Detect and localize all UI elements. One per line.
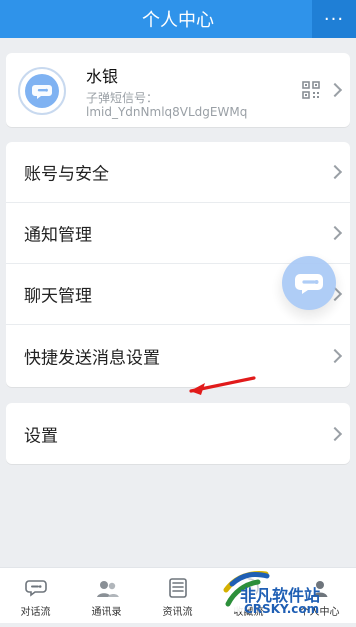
menu-item-account-security[interactable]: 账号与安全 bbox=[6, 142, 350, 203]
settings-card: 设置 bbox=[6, 403, 350, 464]
qr-code-icon[interactable] bbox=[302, 81, 320, 99]
tab-personal-center[interactable]: 个人中心 bbox=[284, 568, 355, 624]
person-icon bbox=[307, 575, 333, 601]
profile-name: 水银 bbox=[86, 67, 119, 86]
chevron-right-icon bbox=[327, 225, 343, 241]
tab-favorites-stream[interactable]: 收藏流 bbox=[213, 568, 284, 624]
top-bar: 个人中心 ··· bbox=[0, 0, 356, 38]
news-icon bbox=[165, 575, 191, 601]
chevron-right-icon bbox=[327, 426, 343, 441]
menu-item-label: 聊天管理 bbox=[24, 286, 92, 307]
tab-label: 资讯流 bbox=[162, 606, 193, 618]
chat-bubble-icon bbox=[295, 274, 323, 294]
avatar[interactable] bbox=[18, 67, 66, 115]
floating-chat-button[interactable] bbox=[282, 256, 336, 310]
menu-item-label: 设置 bbox=[24, 426, 58, 446]
chevron-right-icon bbox=[327, 82, 343, 98]
menu-item-label: 账号与安全 bbox=[24, 164, 109, 185]
menu-item-notification-management[interactable]: 通知管理 bbox=[6, 203, 350, 264]
chat-bubble-icon bbox=[23, 575, 49, 601]
chat-bubble-icon-svg bbox=[32, 85, 52, 99]
bookmark-icon bbox=[236, 575, 262, 601]
tab-label: 收藏流 bbox=[233, 606, 264, 618]
tab-news-stream[interactable]: 资讯流 bbox=[142, 568, 213, 624]
tab-contacts[interactable]: 通讯录 bbox=[71, 568, 142, 624]
tab-label: 个人中心 bbox=[299, 606, 340, 618]
chevron-right-icon bbox=[327, 348, 343, 363]
more-icon: ··· bbox=[323, 8, 345, 30]
more-button[interactable]: ··· bbox=[312, 0, 356, 38]
tab-label: 通讯录 bbox=[91, 606, 122, 618]
profile-card[interactable]: 水银 子弹短信号： lmid_YdnNmlq8VLdgEWMq bbox=[6, 53, 350, 127]
chat-bubble-icon bbox=[25, 74, 59, 108]
red-arrow-annotation bbox=[189, 376, 256, 395]
menu-item-settings[interactable]: 设置 bbox=[6, 403, 350, 464]
chevron-right-icon bbox=[327, 164, 343, 180]
tab-label: 对话流 bbox=[20, 606, 51, 618]
page-title: 个人中心 bbox=[142, 10, 214, 31]
tab-conversation-stream[interactable]: 对话流 bbox=[0, 568, 71, 624]
bottom-tab-bar: 对话流 通讯录 资讯流 收藏流 个人中心 bbox=[0, 567, 356, 623]
contacts-icon bbox=[94, 575, 120, 601]
qr-code-icon-svg bbox=[302, 81, 320, 99]
profile-id-label: 子弹短信号： bbox=[86, 91, 159, 105]
menu-item-label: 通知管理 bbox=[24, 225, 92, 246]
profile-id-value: lmid_YdnNmlq8VLdgEWMq bbox=[86, 105, 248, 119]
menu-item-label: 快捷发送消息设置 bbox=[24, 348, 160, 368]
